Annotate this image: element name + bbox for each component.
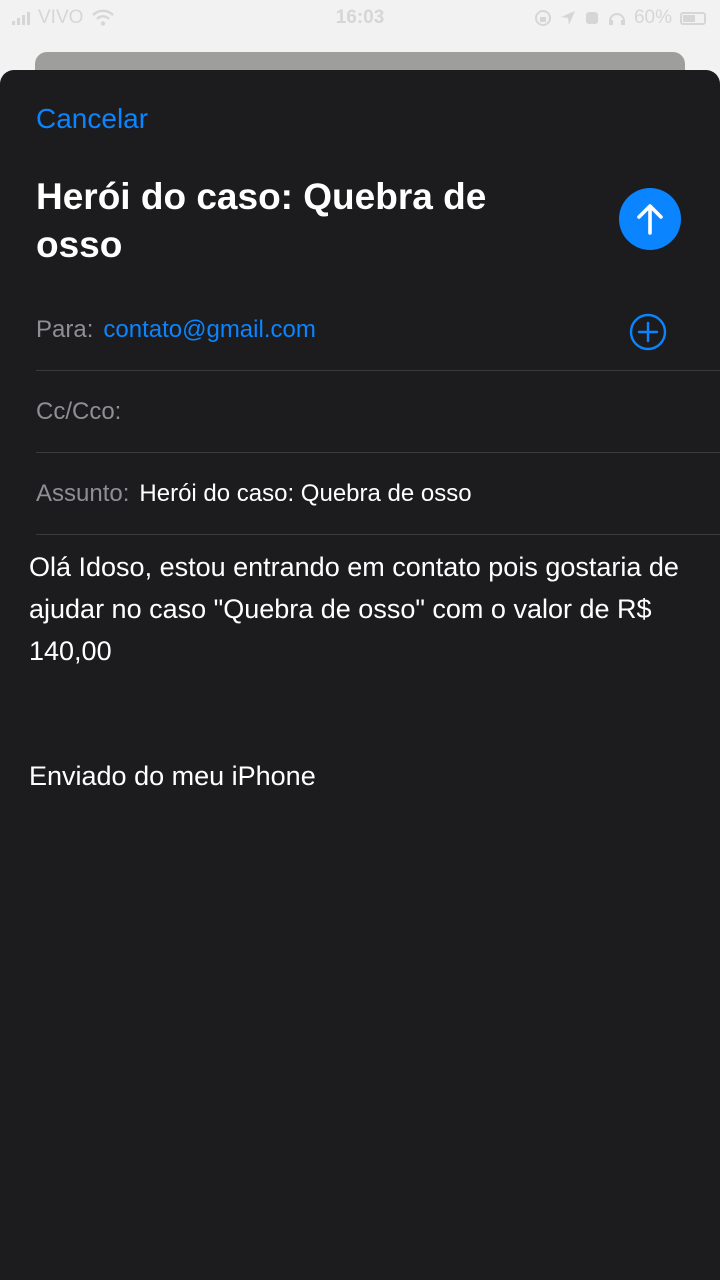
add-contact-button[interactable] bbox=[629, 313, 667, 351]
battery-percentage: 60% bbox=[633, 7, 672, 28]
compose-sheet: Cancelar Herói do caso: Quebra de osso P… bbox=[0, 70, 720, 1280]
arrow-up-icon bbox=[637, 204, 663, 235]
cc-bcc-label: Cc/Cco: bbox=[36, 397, 122, 425]
email-signature[interactable]: Enviado do meu iPhone bbox=[29, 755, 316, 797]
cc-bcc-field[interactable]: Cc/Cco: bbox=[36, 371, 720, 453]
alarm-icon bbox=[585, 12, 598, 24]
send-button[interactable] bbox=[619, 188, 681, 250]
headphones-icon bbox=[608, 13, 625, 25]
message-body[interactable]: Olá Idoso, estou entrando em contato poi… bbox=[29, 546, 701, 672]
subject-field[interactable]: Assunto: Herói do caso: Quebra de osso bbox=[36, 453, 720, 535]
location-icon bbox=[560, 11, 575, 25]
battery-icon bbox=[680, 11, 706, 25]
compose-title: Herói do caso: Quebra de osso bbox=[36, 176, 487, 265]
to-field[interactable]: Para: contato@gmail.com bbox=[36, 289, 720, 371]
cancel-button[interactable]: Cancelar bbox=[36, 103, 148, 135]
status-bar: VIVO 16:03 60% bbox=[0, 0, 720, 36]
recipient-token[interactable]: contato@gmail.com bbox=[103, 316, 315, 344]
subject-value[interactable]: Herói do caso: Quebra de osso bbox=[139, 480, 471, 508]
rotation-lock-icon bbox=[534, 10, 551, 26]
subject-label: Assunto: bbox=[36, 479, 130, 507]
plus-circle-icon bbox=[629, 313, 667, 351]
to-label: Para: bbox=[36, 315, 94, 343]
